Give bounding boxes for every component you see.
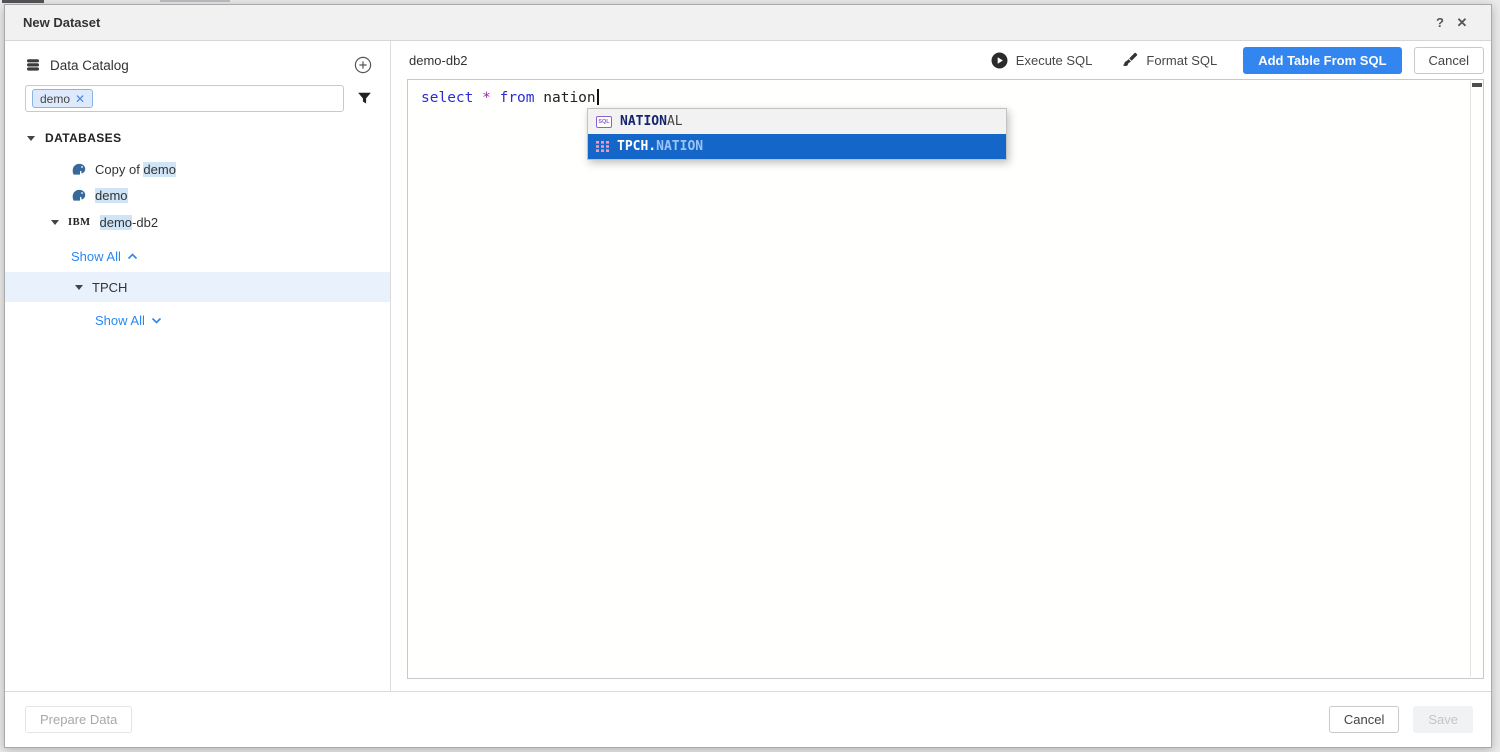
- tree-item-tpch-selected[interactable]: TPCH: [5, 272, 390, 302]
- play-circle-icon: [991, 52, 1008, 69]
- search-input[interactable]: demo ✕: [25, 85, 344, 112]
- background-page-remnant: [2, 0, 44, 3]
- scrollbar-thumb[interactable]: [1472, 83, 1482, 87]
- prepare-data-button[interactable]: Prepare Data: [25, 706, 132, 733]
- dialog-title: New Dataset: [23, 15, 100, 30]
- match-highlight: demo: [143, 162, 176, 177]
- source-label: demo-db2: [409, 53, 468, 68]
- format-sql-label: Format SQL: [1146, 53, 1217, 68]
- search-row: demo ✕: [5, 85, 390, 112]
- tree-item-demo[interactable]: demo: [5, 182, 390, 208]
- save-button-disabled[interactable]: Save: [1413, 706, 1473, 733]
- postgres-elephant-icon: [71, 161, 87, 177]
- sql-keyword-icon: SQL: [596, 116, 612, 128]
- tree-section-databases[interactable]: DATABASES: [5, 130, 390, 146]
- show-all-label: Show All: [95, 313, 145, 328]
- chip-remove-icon[interactable]: ✕: [75, 92, 85, 106]
- expander-icon[interactable]: [51, 220, 59, 225]
- tree-item-label: demo-db2: [100, 215, 159, 230]
- background-page-remnant: [160, 0, 230, 2]
- chip-label: demo: [40, 92, 70, 106]
- brush-icon: [1122, 52, 1138, 68]
- sql-code-editor[interactable]: select * from nation SQL NATIONAL: [407, 79, 1484, 679]
- autocomplete-item-national[interactable]: SQL NATIONAL: [588, 109, 1006, 134]
- show-all-collapse-link[interactable]: Show All: [5, 244, 390, 268]
- editor-scrollbar[interactable]: [1470, 81, 1483, 677]
- catalog-tree: DATABASES Copy of demo: [5, 130, 390, 332]
- section-label: DATABASES: [45, 131, 122, 145]
- ibm-db2-icon: IBM: [68, 217, 91, 228]
- editor-cancel-button[interactable]: Cancel: [1414, 47, 1484, 74]
- close-icon[interactable]: ✕: [1451, 15, 1473, 31]
- sidebar-header: Data Catalog: [5, 53, 390, 77]
- sidebar-title: Data Catalog: [50, 58, 129, 73]
- data-catalog-sidebar: Data Catalog demo ✕: [5, 41, 391, 691]
- dialog-footer: Prepare Data Cancel Save: [5, 691, 1491, 747]
- add-source-icon[interactable]: [354, 56, 372, 74]
- postgres-elephant-icon: [71, 187, 87, 203]
- tree-item-label: Copy of demo: [95, 162, 176, 177]
- tree-item-copy-of-demo[interactable]: Copy of demo: [5, 156, 390, 182]
- match-highlight: demo: [100, 215, 133, 230]
- editor-header: demo-db2 Execute SQL Format SQL Add Tabl…: [391, 41, 1491, 79]
- sql-statement: select * from nation: [408, 80, 1483, 106]
- add-table-from-sql-button[interactable]: Add Table From SQL: [1243, 47, 1401, 74]
- execute-sql-button[interactable]: Execute SQL: [991, 52, 1093, 69]
- chevron-down-icon: [151, 317, 162, 324]
- text-caret: [597, 89, 599, 105]
- match-highlight: demo: [95, 188, 128, 203]
- footer-cancel-button[interactable]: Cancel: [1329, 706, 1399, 733]
- table-grid-icon: [596, 141, 609, 152]
- filter-funnel-icon[interactable]: [357, 91, 372, 106]
- database-stack-icon: [25, 57, 41, 73]
- help-icon[interactable]: ?: [1429, 15, 1451, 30]
- dialog-titlebar: New Dataset ? ✕: [5, 5, 1491, 41]
- chevron-up-icon: [127, 253, 138, 260]
- expander-icon[interactable]: [27, 136, 35, 141]
- schema-label: TPCH: [92, 280, 127, 295]
- show-all-label: Show All: [71, 249, 121, 264]
- execute-sql-label: Execute SQL: [1016, 53, 1093, 68]
- sql-editor-panel: demo-db2 Execute SQL Format SQL Add Tabl…: [391, 41, 1491, 691]
- tree-item-label: demo: [95, 188, 128, 203]
- show-all-expand-link[interactable]: Show All: [5, 308, 390, 332]
- expander-icon[interactable]: [75, 285, 83, 290]
- format-sql-button[interactable]: Format SQL: [1122, 52, 1217, 68]
- new-dataset-dialog: New Dataset ? ✕ Data Catalog: [4, 4, 1492, 748]
- search-filter-chip[interactable]: demo ✕: [32, 89, 93, 108]
- autocomplete-dropdown: SQL NATIONAL TPCH.NATION: [587, 108, 1007, 160]
- tree-item-demo-db2[interactable]: IBM demo-db2: [5, 208, 390, 236]
- autocomplete-item-tpch-nation-selected[interactable]: TPCH.NATION: [588, 134, 1006, 159]
